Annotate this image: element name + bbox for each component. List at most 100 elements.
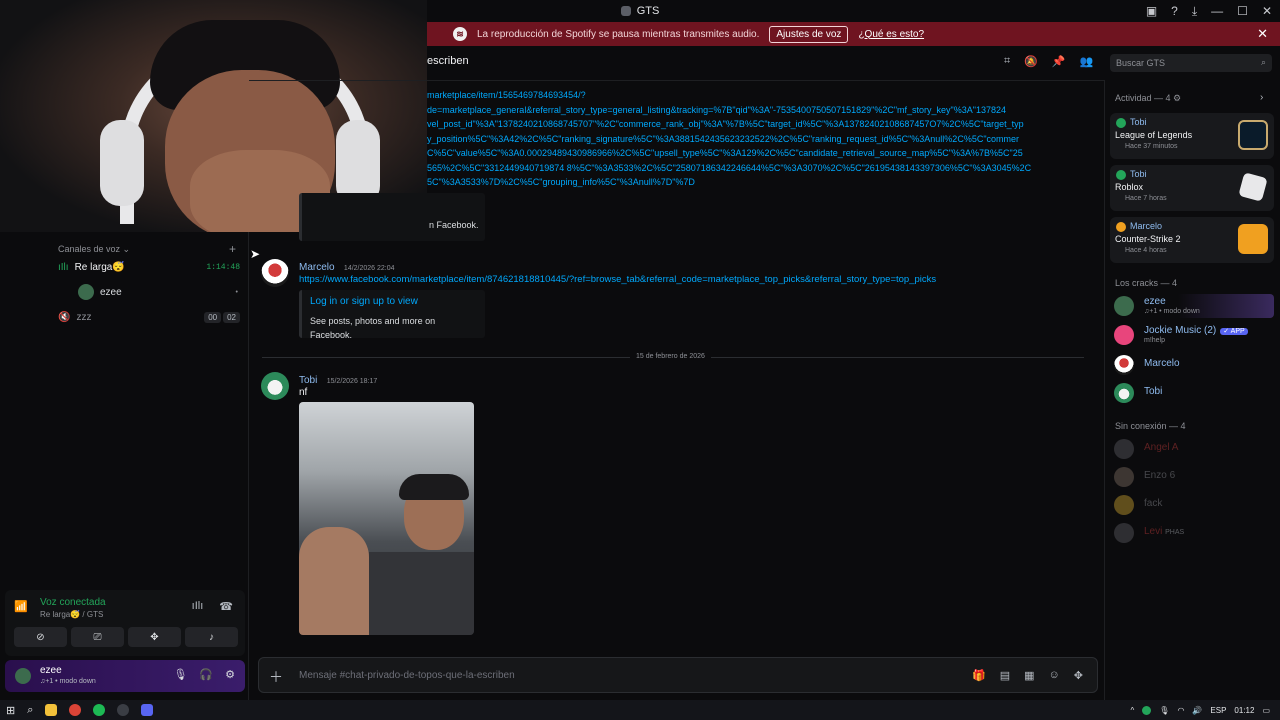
link-line[interactable]: 565%2C%5C"3312449940719874 8%5C"%3A3533%…: [427, 161, 1097, 176]
app-icon[interactable]: [117, 703, 130, 716]
file-explorer-icon[interactable]: [45, 703, 58, 716]
threads-icon[interactable]: ⌗: [1004, 55, 1010, 68]
member-item[interactable]: Enzo 6: [1114, 465, 1274, 489]
emoji-icon[interactable]: ☺: [1049, 669, 1060, 682]
chevron-up-icon[interactable]: ^: [1131, 706, 1135, 715]
voice-user-name: ezee: [100, 286, 122, 298]
search-icon: ⌕: [1260, 57, 1266, 67]
headphones-icon[interactable]: 🎧: [199, 668, 213, 681]
message-image[interactable]: [299, 402, 474, 635]
sticker-icon[interactable]: ▦: [1024, 669, 1034, 682]
link-line[interactable]: marketplace/item/1565469784693454/?: [427, 88, 1097, 103]
user-name[interactable]: ezee: [40, 665, 62, 676]
search-input[interactable]: Buscar GTS ⌕: [1110, 54, 1272, 72]
mute-bell-icon[interactable]: 🔕: [1024, 55, 1038, 68]
activities-button[interactable]: ✥: [128, 627, 181, 647]
soundboard-button[interactable]: ♪: [185, 627, 238, 647]
gear-icon[interactable]: ⚙: [225, 668, 235, 681]
spotify-icon[interactable]: [93, 703, 106, 716]
avatar[interactable]: [261, 372, 289, 400]
member-name: fack: [1144, 498, 1163, 509]
wifi-icon[interactable]: ◠: [1177, 706, 1184, 715]
activity-header[interactable]: Actividad — 4 ⚙: [1115, 93, 1181, 104]
volume-icon[interactable]: 🔊: [1192, 706, 1202, 715]
download-icon[interactable]: ⤓: [1192, 4, 1197, 19]
activity-user: Tobi: [1130, 169, 1147, 179]
close-icon[interactable]: ✕: [1262, 4, 1272, 18]
member-item[interactable]: Angel A: [1114, 437, 1274, 461]
voice-channel-sub[interactable]: Re larga😴 / GTS: [40, 610, 103, 619]
embed-title[interactable]: Log in or sign up to view: [310, 296, 477, 307]
disconnect-icon[interactable]: ☎: [219, 600, 233, 613]
clock[interactable]: 01:12: [1234, 706, 1254, 715]
apps-icon[interactable]: ✥: [1074, 669, 1083, 682]
avatar[interactable]: [15, 668, 31, 684]
notification-icon[interactable]: ▣: [1146, 4, 1157, 18]
user-limit-count: 02: [223, 312, 240, 323]
windows-start-icon[interactable]: ⊞: [6, 704, 15, 717]
message-author[interactable]: Tobi: [299, 375, 317, 386]
link-line[interactable]: 5C"%3A3533%7D%2C%5C"grouping_info%5C"%3A…: [427, 175, 1097, 190]
avatar: [78, 284, 94, 300]
member-item[interactable]: Levi PHAS: [1114, 521, 1274, 545]
app-badge: ✓ APP: [1220, 328, 1248, 335]
link-embed: Log in or sign up to view See posts, pho…: [299, 290, 485, 340]
members-icon[interactable]: 👥: [1080, 55, 1094, 68]
long-link[interactable]: marketplace/item/1565469784693454/? de=m…: [427, 88, 1097, 190]
member-item[interactable]: Tobi: [1114, 381, 1274, 405]
gift-icon[interactable]: 🎁: [972, 669, 986, 682]
channel-name: zzz: [76, 312, 92, 323]
voice-channels-header[interactable]: Canales de voz ⌄: [58, 244, 130, 255]
maximize-icon[interactable]: ☐: [1237, 4, 1248, 18]
help-icon[interactable]: ?: [1171, 4, 1178, 18]
embed-text: n Facebook.: [429, 220, 479, 230]
activity-card[interactable]: Marcelo Counter-Strike 2 Hace 4 horas: [1110, 217, 1274, 263]
discord-icon[interactable]: [141, 703, 154, 716]
link-line[interactable]: vel_post_id"%3A"1378240210868745707"%2C"…: [427, 117, 1097, 132]
avatar: [1114, 439, 1134, 459]
noise-suppression-icon[interactable]: ıIlı: [192, 600, 204, 613]
message-composer[interactable]: ＋ Mensaje #chat-privado-de-topos-que-la-…: [258, 657, 1098, 693]
message-link[interactable]: https://www.facebook.com/marketplace/ite…: [299, 274, 1079, 285]
activity-card[interactable]: Tobi League of Legends Hace 37 minutos: [1110, 113, 1274, 159]
avatar[interactable]: [261, 259, 289, 287]
message-author[interactable]: Marcelo: [299, 262, 335, 273]
microphone-icon[interactable]: 🎙: [173, 668, 187, 681]
hair-shape: [399, 474, 469, 500]
search-icon[interactable]: ⌕: [27, 704, 33, 717]
add-attachment-icon[interactable]: ＋: [269, 667, 283, 687]
member-item[interactable]: Jockie Music (2) ✓ APP m!help: [1114, 323, 1274, 347]
add-channel-icon[interactable]: +: [229, 242, 236, 256]
pin-icon[interactable]: 📌: [1052, 55, 1066, 68]
activity-card[interactable]: Tobi Roblox Hace 7 horas: [1110, 165, 1274, 211]
link-line[interactable]: de=marketplace_general&referral_story_ty…: [427, 103, 1097, 118]
language-indicator[interactable]: ESP: [1210, 706, 1226, 715]
member-item[interactable]: Marcelo: [1114, 353, 1274, 377]
chevron-right-icon[interactable]: ›: [1260, 92, 1263, 103]
voice-channel-zzz[interactable]: 🔇 zzz 00 02: [58, 312, 240, 323]
avatar: [1114, 495, 1134, 515]
microphone-icon[interactable]: 🎙: [1159, 706, 1169, 715]
member-item[interactable]: ezee ♫+1 • modo down: [1114, 294, 1274, 318]
close-icon[interactable]: ✕: [1257, 26, 1268, 42]
what-is-this-link[interactable]: ¿Qué es esto?: [858, 29, 924, 40]
member-name: Marcelo: [1144, 358, 1180, 369]
voice-status[interactable]: Voz conectada: [40, 597, 106, 608]
screen-share-button[interactable]: ⎚: [71, 627, 124, 647]
minimize-icon[interactable]: —: [1211, 4, 1223, 18]
user-status: ♫+1 • modo down: [40, 678, 96, 685]
link-line[interactable]: C%5C"value%5C"%3A0.00029489430986966%2C%…: [427, 146, 1097, 161]
voice-user-ezee[interactable]: ezee •: [78, 284, 238, 300]
message-header: Tobi 15/2/2026 18:17: [299, 372, 377, 386]
camera-off-button[interactable]: ⊘: [14, 627, 67, 647]
avatar: [1114, 325, 1134, 345]
voice-channel-re-larga[interactable]: ıIlı Re larga😴 1:14:48: [58, 262, 240, 273]
voice-settings-button[interactable]: Ajustes de voz: [769, 25, 849, 43]
gif-icon[interactable]: ▤: [1000, 669, 1010, 682]
chrome-icon[interactable]: [69, 703, 82, 716]
tray-app-icon[interactable]: [1142, 705, 1152, 715]
notification-icon[interactable]: ▭: [1262, 706, 1270, 715]
member-item[interactable]: fack: [1114, 493, 1274, 517]
game-badge: PHAS: [1165, 529, 1185, 536]
link-line[interactable]: y_position%5C"%3A42%2C%5C"ranking_signat…: [427, 132, 1097, 147]
